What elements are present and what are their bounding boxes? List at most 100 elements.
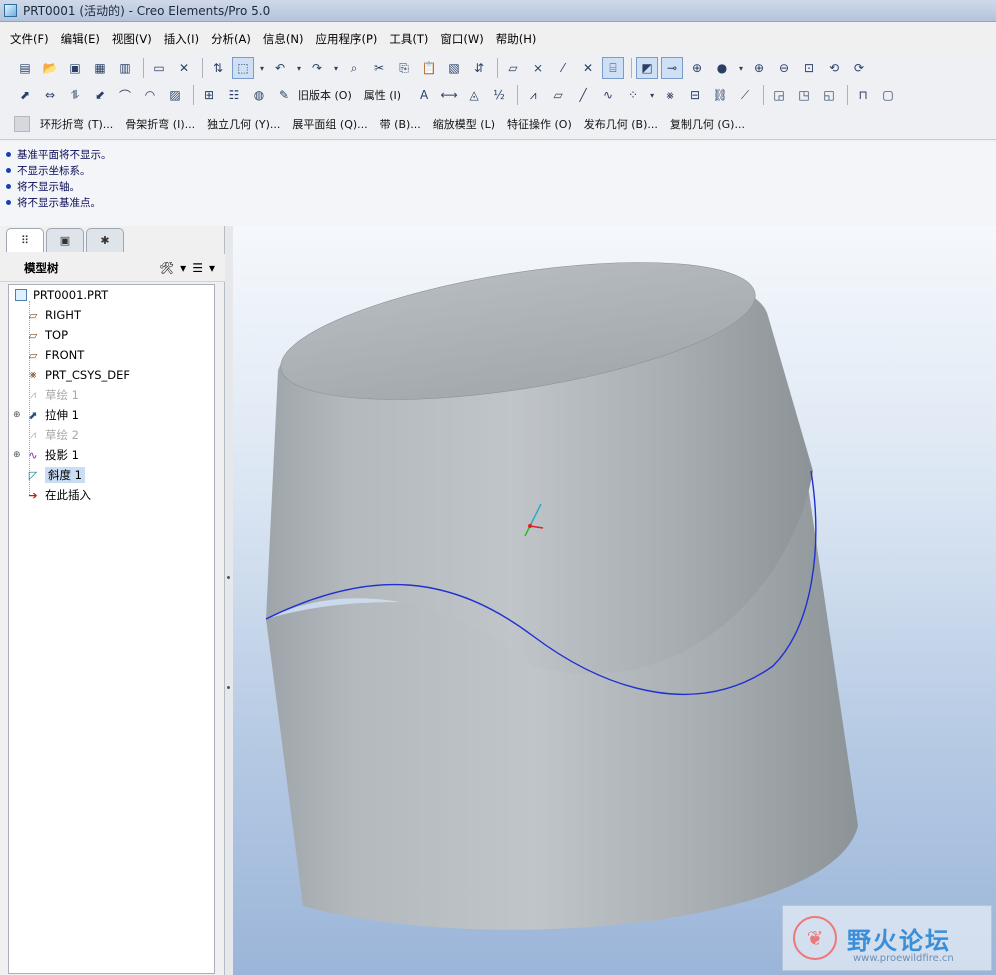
print-icon[interactable]: ▥ xyxy=(114,57,136,79)
properties-button[interactable]: 属性 (I) xyxy=(364,87,401,103)
find-icon[interactable]: ⌕ xyxy=(343,57,365,79)
tab-folder-browser[interactable]: ▣ xyxy=(46,228,84,252)
menu-file[interactable]: 文件(F) xyxy=(6,29,53,49)
menu-info[interactable]: 信息(N) xyxy=(259,29,308,49)
settings-icon[interactable]: 🛠 xyxy=(159,261,174,275)
axis-display-icon[interactable]: ⨯ xyxy=(527,57,549,79)
zoom-in-icon[interactable]: ⊕ xyxy=(748,57,770,79)
copy-icon[interactable]: ⎘ xyxy=(393,57,415,79)
tree-item-project-1[interactable]: ⊕ ∿ 投影 1 xyxy=(9,445,214,465)
parameters-icon[interactable]: ⊞ xyxy=(198,84,220,106)
spin-center-icon[interactable]: ⊸ xyxy=(661,57,683,79)
spinal-bend-button[interactable]: 骨架折弯 (I)... xyxy=(125,116,195,132)
tab-favorites[interactable]: ✱ xyxy=(86,228,124,252)
chain-icon[interactable]: ⛓ xyxy=(709,84,731,106)
menu-tools[interactable]: 工具(T) xyxy=(385,29,432,49)
trim-icon[interactable]: ⬋ xyxy=(89,84,111,106)
scale-model-button[interactable]: 缩放模型 (L) xyxy=(433,116,495,132)
annotation-display-icon[interactable]: ⌸ xyxy=(602,57,624,79)
saved-views-icon[interactable]: ⟳ xyxy=(848,57,870,79)
tree-item-front[interactable]: ▱ FRONT xyxy=(9,345,214,365)
toroidal-bend-button[interactable]: 环形折弯 (T)... xyxy=(40,116,113,132)
chevron-down-icon[interactable]: ▾ xyxy=(331,57,341,79)
layer-settings-icon[interactable]: ◳ xyxy=(793,84,815,106)
shading-icon[interactable]: ● xyxy=(711,57,733,79)
resume-icon[interactable]: ⬈ xyxy=(14,84,36,106)
repaint-icon[interactable]: ◩ xyxy=(636,57,658,79)
dimension-icon[interactable]: ⟷ xyxy=(438,84,460,106)
zoom-out-icon[interactable]: ⊖ xyxy=(773,57,795,79)
chevron-down-icon[interactable]: ▾ xyxy=(180,261,186,275)
regenerate-icon[interactable]: ⇅ xyxy=(207,57,229,79)
show-icon[interactable]: ☰ xyxy=(192,261,203,275)
panel-splitter[interactable] xyxy=(225,226,233,975)
paste-special-icon[interactable]: ▧ xyxy=(443,57,465,79)
copy-layers-icon[interactable]: ◱ xyxy=(818,84,840,106)
new-file-icon[interactable]: ▤ xyxy=(14,57,36,79)
measure-icon[interactable]: ◬ xyxy=(463,84,485,106)
offset-icon[interactable]: ◠ xyxy=(139,84,161,106)
datum-point-icon[interactable]: ⁘ xyxy=(622,84,644,106)
paste-icon[interactable]: 📋 xyxy=(418,57,440,79)
plane-display-icon[interactable]: ▱ xyxy=(502,57,524,79)
datum-plane-icon[interactable]: ▱ xyxy=(547,84,569,106)
tree-item-draft-1[interactable]: ◸ 斜度 1 xyxy=(9,465,214,485)
globe-icon[interactable]: ◍ xyxy=(248,84,270,106)
close-window-icon[interactable]: ✕ xyxy=(173,57,195,79)
independent-geometry-button[interactable]: 独立几何 (Y)... xyxy=(207,116,280,132)
family-table-icon[interactable]: ⊓ xyxy=(852,84,874,106)
tab-model-tree[interactable]: ⠿ xyxy=(6,228,44,252)
save-copy-icon[interactable]: ▦ xyxy=(89,57,111,79)
tree-item-extrude-1[interactable]: ⊕ ⬈ 拉伸 1 xyxy=(9,405,214,425)
menu-view[interactable]: 视图(V) xyxy=(108,29,156,49)
reorient-icon[interactable]: ⟲ xyxy=(823,57,845,79)
merge-icon[interactable]: ⥮ xyxy=(64,84,86,106)
chevron-down-icon[interactable]: ▾ xyxy=(209,261,215,275)
tree-item-sketch-1[interactable]: ⩘ 草绘 1 xyxy=(9,385,214,405)
menu-analysis[interactable]: 分析(A) xyxy=(207,29,255,49)
tree-item-csys[interactable]: ⨳ PRT_CSYS_DEF xyxy=(9,365,214,385)
chevron-down-icon[interactable]: ▾ xyxy=(257,57,267,79)
window-activate-icon[interactable]: ▭ xyxy=(148,57,170,79)
feature-operations-button[interactable]: 特征操作 (O) xyxy=(507,116,572,132)
expand-icon[interactable]: ⊕ xyxy=(13,410,23,420)
tree-item-sketch-2[interactable]: ⩘ 草绘 2 xyxy=(9,425,214,445)
csys-icon[interactable]: ⨳ xyxy=(659,84,681,106)
chevron-down-icon[interactable]: ▾ xyxy=(294,57,304,79)
thicken-icon[interactable]: ▨ xyxy=(164,84,186,106)
relations-icon[interactable]: ☷ xyxy=(223,84,245,106)
open-file-icon[interactable]: 📂 xyxy=(39,57,61,79)
datum-curve-icon[interactable]: ∿ xyxy=(597,84,619,106)
point-display-icon[interactable]: ⁄ xyxy=(552,57,574,79)
frame-icon[interactable]: ▢ xyxy=(877,84,899,106)
regenerate-manager-icon[interactable]: ⇵ xyxy=(468,57,490,79)
tree-item-insert-here[interactable]: ➔ 在此插入 xyxy=(9,485,214,505)
tree-item-part[interactable]: PRT0001.PRT xyxy=(9,285,214,305)
undo-icon[interactable]: ↶ xyxy=(269,57,291,79)
redo-icon[interactable]: ↷ xyxy=(306,57,328,79)
chevron-down-icon[interactable]: ▾ xyxy=(736,57,746,79)
tree-item-right[interactable]: ▱ RIGHT xyxy=(9,305,214,325)
copy-geometry-button[interactable]: 复制几何 (G)... xyxy=(670,116,745,132)
cut-icon[interactable]: ✂ xyxy=(368,57,390,79)
datum-axis-icon[interactable]: ╱ xyxy=(572,84,594,106)
edit-definition-icon[interactable]: ✎ xyxy=(273,84,295,106)
text-style-icon[interactable]: A xyxy=(413,84,435,106)
menu-help[interactable]: 帮助(H) xyxy=(492,29,541,49)
layers-icon[interactable]: ◲ xyxy=(768,84,790,106)
csys-display-icon[interactable]: ✕ xyxy=(577,57,599,79)
flatten-quilt-button[interactable]: 展平面组 (Q)... xyxy=(292,116,367,132)
analysis-feature-icon[interactable]: ⊟ xyxy=(684,84,706,106)
menu-insert[interactable]: 插入(I) xyxy=(160,29,203,49)
chevron-down-icon[interactable]: ▾ xyxy=(647,84,657,106)
publish-geometry-button[interactable]: 发布几何 (B)... xyxy=(584,116,658,132)
mirror-icon[interactable]: ⇔ xyxy=(39,84,61,106)
graph-icon[interactable]: ⟋ xyxy=(734,84,756,106)
select-box-icon[interactable]: ⬚ xyxy=(232,57,254,79)
tree-item-top[interactable]: ▱ TOP xyxy=(9,325,214,345)
refit-icon[interactable]: ⊡ xyxy=(798,57,820,79)
expand-icon[interactable]: ⊕ xyxy=(13,450,23,460)
orient-mode-icon[interactable]: ⊕ xyxy=(686,57,708,79)
sketch-icon[interactable]: ⩘ xyxy=(522,84,544,106)
old-version-button[interactable]: 旧版本 (O) xyxy=(298,87,352,103)
